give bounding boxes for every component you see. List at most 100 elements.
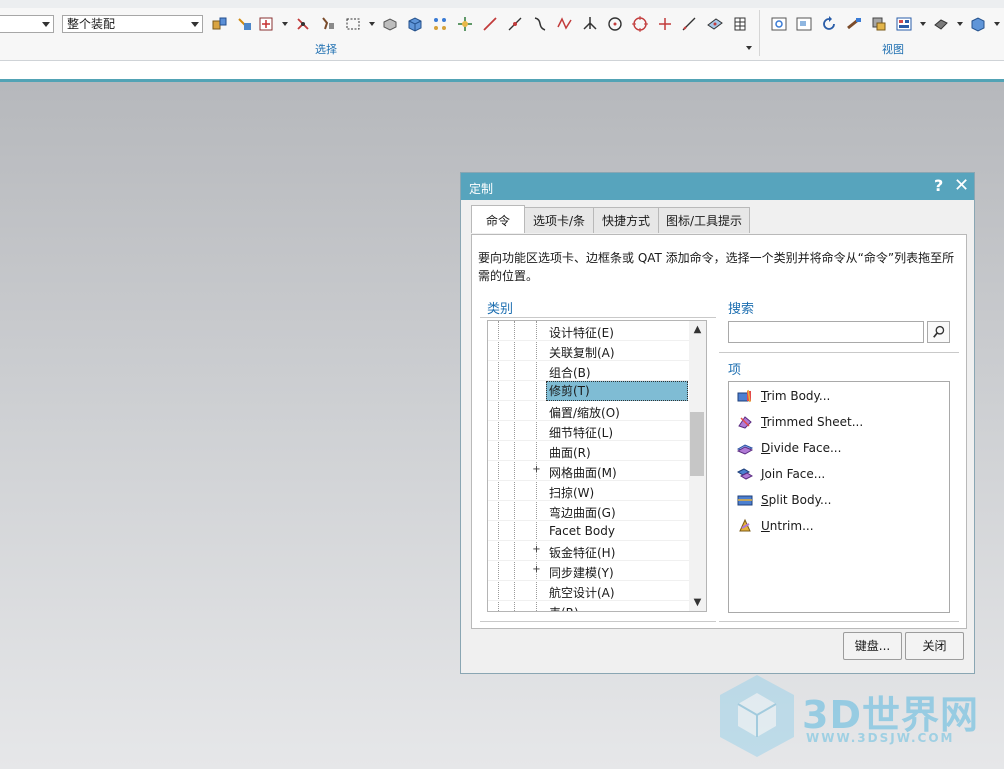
category-row[interactable]: Facet Body <box>488 521 689 541</box>
move-point-icon[interactable] <box>455 14 475 34</box>
category-row[interactable]: 关联复制(A) <box>488 341 689 361</box>
layout-view-icon[interactable] <box>894 14 914 34</box>
command-item[interactable]: Split Body... <box>737 490 831 510</box>
rectangle-select-icon[interactable] <box>343 14 363 34</box>
chevron-down-icon[interactable] <box>282 22 288 26</box>
tab-commands[interactable]: 命令 <box>471 205 525 233</box>
select-components-icon[interactable] <box>235 14 255 34</box>
category-label: 细节特征(L) <box>549 426 614 440</box>
chevron-down-icon[interactable] <box>191 22 199 27</box>
chevron-down-icon[interactable] <box>957 22 963 26</box>
category-row[interactable]: 修剪(T) <box>488 381 689 401</box>
tab-icons-tooltips[interactable]: 图标/工具提示 <box>658 207 750 233</box>
category-row[interactable]: 曲面(R) <box>488 441 689 461</box>
category-row[interactable]: 偏置/缩放(O) <box>488 401 689 421</box>
keyboard-button[interactable]: 键盘... <box>843 632 902 660</box>
pan-icon[interactable] <box>844 14 864 34</box>
help-icon[interactable]: ? <box>934 176 943 195</box>
chevron-down-icon[interactable] <box>746 46 752 50</box>
search-icon <box>932 325 944 338</box>
split-body-icon <box>737 492 753 508</box>
select-body-icon[interactable] <box>318 14 338 34</box>
select-edge-icon[interactable] <box>293 14 313 34</box>
orient-view-icon[interactable] <box>869 14 889 34</box>
tab-ribbon-bars[interactable]: 选项卡/条 <box>524 207 594 233</box>
category-row[interactable]: + 网格曲面(M) <box>488 461 689 481</box>
dialog-titlebar[interactable]: 定制 ? ✕ <box>461 173 974 200</box>
quadrant-point-icon[interactable] <box>630 14 650 34</box>
render-style-icon[interactable] <box>931 14 951 34</box>
category-label: 扫掠(W) <box>549 486 595 500</box>
command-item[interactable]: Divide Face... <box>736 438 841 458</box>
solid-body-icon[interactable] <box>405 14 425 34</box>
fit-view-icon[interactable] <box>769 14 789 34</box>
command-item[interactable]: Untrim... <box>737 516 814 536</box>
category-row[interactable]: + 钣金特征(H) <box>488 541 689 561</box>
shaded-view-icon[interactable] <box>968 14 988 34</box>
chevron-down-icon[interactable] <box>42 22 50 27</box>
expand-icon[interactable]: + <box>532 565 541 575</box>
expand-icon[interactable]: + <box>532 465 541 475</box>
category-row[interactable]: 弯边曲面(G) <box>488 501 689 521</box>
trimmed-sheet-icon <box>737 414 753 430</box>
search-label: 搜索 <box>728 302 755 317</box>
watermark-url: WWW.3DSJW.COM <box>806 731 955 745</box>
close-button-label: 关闭 <box>922 639 947 653</box>
search-input[interactable] <box>728 321 924 343</box>
line-endpoint-icon[interactable] <box>505 14 525 34</box>
close-icon[interactable]: ✕ <box>954 175 969 196</box>
view-group-label: 视图 <box>882 43 904 56</box>
ribbon-top-strip <box>0 0 1004 8</box>
category-label: 弯边曲面(G) <box>549 506 616 520</box>
chevron-down-icon[interactable] <box>994 22 1000 26</box>
command-item[interactable]: Trimmed Sheet... <box>737 412 863 432</box>
rotate-icon[interactable] <box>819 14 839 34</box>
snap-multiple-icon[interactable] <box>430 14 450 34</box>
category-row[interactable]: 航空设计(A) <box>488 581 689 601</box>
command-item-label: Trim Body... <box>761 389 830 403</box>
scroll-down-icon[interactable]: ▼ <box>689 594 706 611</box>
chevron-down-icon[interactable] <box>369 22 375 26</box>
category-row[interactable]: 细节特征(L) <box>488 421 689 441</box>
curve-icon[interactable] <box>530 14 550 34</box>
category-row[interactable]: 设计特征(E) <box>488 321 689 341</box>
point-on-surface-icon[interactable] <box>705 14 725 34</box>
chevron-down-icon[interactable] <box>920 22 926 26</box>
group-separator <box>759 10 760 56</box>
divider <box>719 621 959 622</box>
scrollbar-thumb[interactable] <box>690 412 704 476</box>
category-row[interactable]: 组合(B) <box>488 361 689 381</box>
category-row[interactable]: 扫掠(W) <box>488 481 689 501</box>
watermark-cube-logo <box>720 675 794 757</box>
category-label: 类别 <box>487 302 514 317</box>
search-button[interactable] <box>927 321 950 343</box>
scroll-up-icon[interactable]: ▲ <box>689 321 706 338</box>
close-button[interactable]: 关闭 <box>905 632 964 660</box>
existing-point-icon[interactable] <box>655 14 675 34</box>
bounded-grid-icon[interactable] <box>730 14 750 34</box>
category-tree[interactable]: 设计特征(E) 关联复制(A) 组合(B) 修剪(T) 偏置/缩放(O) 细节特征(L) 曲… <box>487 320 707 612</box>
circle-center-icon[interactable] <box>605 14 625 34</box>
solid-face-icon[interactable] <box>380 14 400 34</box>
tab-shortcuts[interactable]: 快捷方式 <box>593 207 659 233</box>
intersection-icon[interactable] <box>580 14 600 34</box>
snap-point-icon[interactable] <box>256 14 276 34</box>
expand-icon[interactable]: + <box>532 545 541 555</box>
tree-scrollbar[interactable]: ▲ ▼ <box>689 321 706 611</box>
items-list[interactable]: Trim Body... Trimmed Sheet... Divide Face.… <box>728 381 950 613</box>
command-item-rest: ntrim... <box>769 519 814 533</box>
zoom-icon[interactable] <box>794 14 814 34</box>
selection-filter-combo[interactable] <box>0 15 54 33</box>
category-row[interactable]: 表(R) <box>488 601 689 611</box>
category-row[interactable]: + 同步建模(Y) <box>488 561 689 581</box>
line-icon[interactable] <box>480 14 500 34</box>
point-on-curve-icon[interactable] <box>679 14 699 34</box>
untrim-icon <box>737 518 753 534</box>
command-item[interactable]: Join Face... <box>736 464 825 484</box>
accelerator-letter: U <box>761 519 770 533</box>
command-item[interactable]: Trim Body... <box>737 386 830 406</box>
spline-icon[interactable] <box>555 14 575 34</box>
command-item-rest: rimmed Sheet... <box>766 415 864 429</box>
assembly-scope-combo[interactable]: 整个装配 <box>62 15 203 33</box>
select-features-icon[interactable] <box>210 14 230 34</box>
